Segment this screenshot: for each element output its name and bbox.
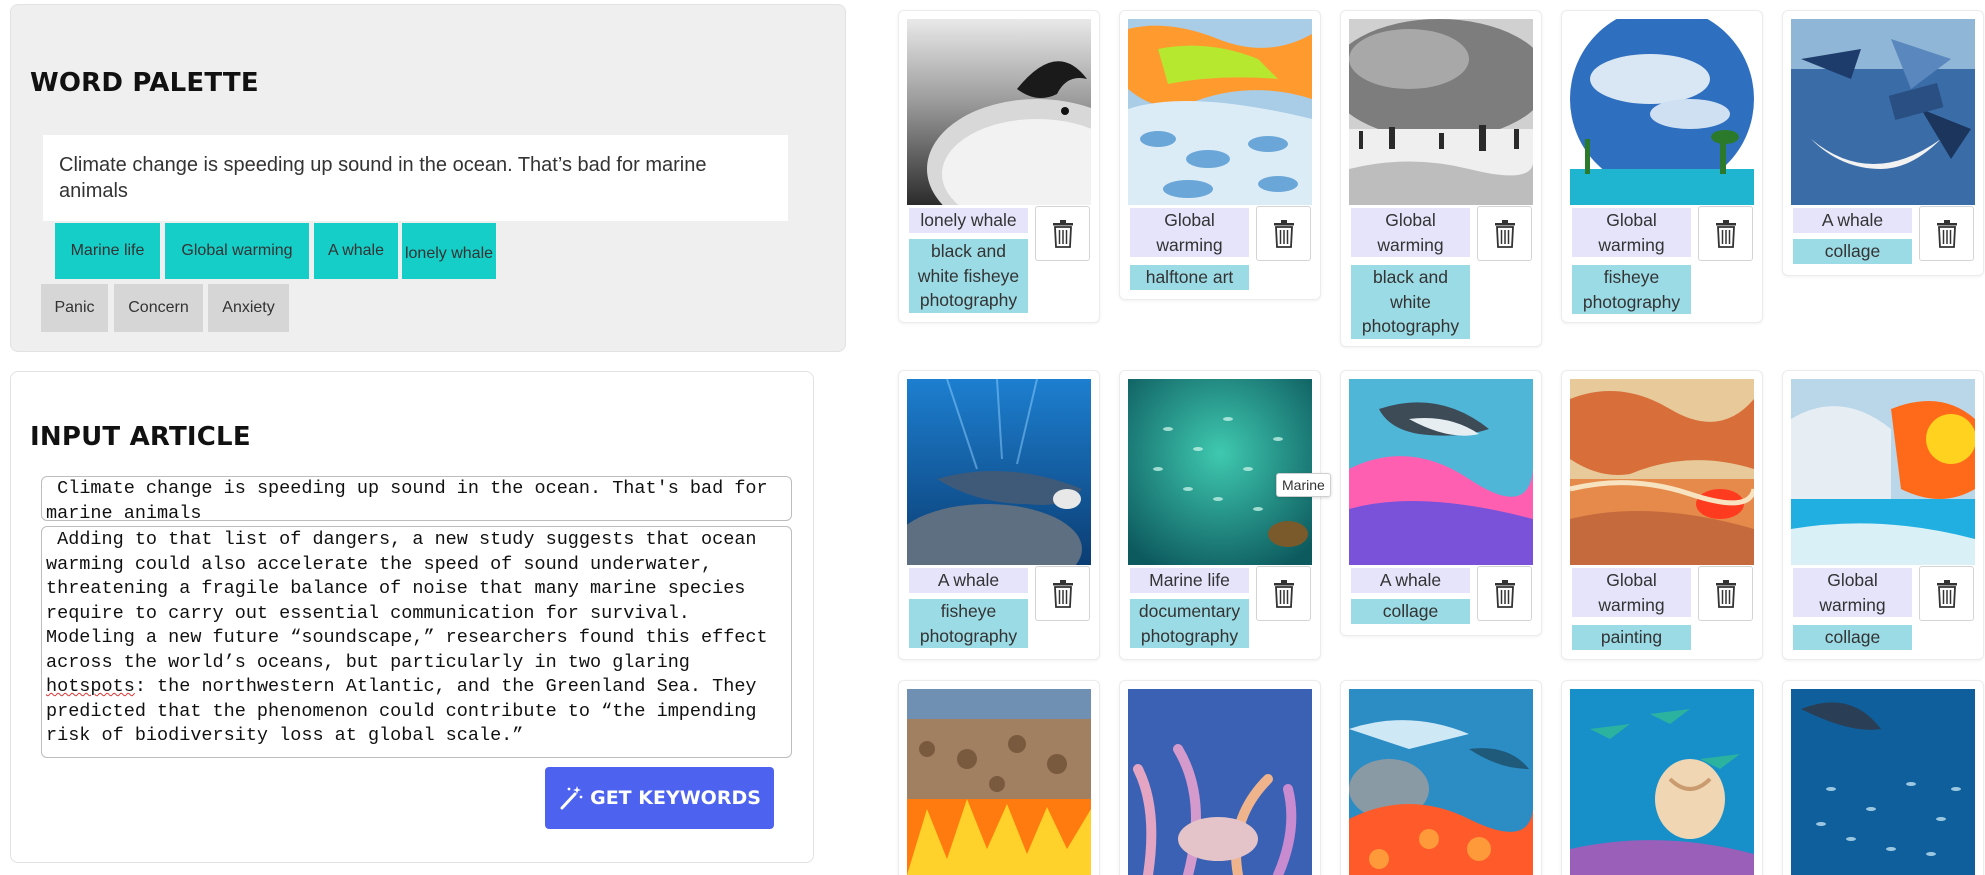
generated-image[interactable]: [1128, 689, 1312, 875]
image-card: Global warming halftone art: [1119, 10, 1321, 300]
trash-icon: [1494, 219, 1515, 248]
image-card: [1119, 680, 1321, 875]
image-card: [1561, 680, 1763, 875]
emotion-chip-concern[interactable]: Concern: [114, 284, 203, 332]
image-style-tag: documentary photography: [1130, 599, 1249, 648]
image-card: A whale collage: [1340, 370, 1542, 636]
generated-image-global-warming[interactable]: [1791, 379, 1975, 565]
image-card: [1340, 680, 1542, 875]
generated-image-global-warming[interactable]: [1570, 19, 1754, 205]
image-keyword-tag: A whale: [909, 568, 1028, 593]
image-keyword-tag: Global warming: [1572, 568, 1691, 617]
article-spellcheck-word: hotspots: [46, 676, 135, 697]
image-keyword-tag: Global warming: [1351, 208, 1470, 257]
emotion-chip-panic[interactable]: Panic: [41, 284, 108, 332]
delete-image-button[interactable]: [1698, 566, 1753, 621]
emotion-chip-anxiety[interactable]: Anxiety: [208, 284, 289, 332]
keyword-chip-lonely-whale[interactable]: lonely whale: [402, 223, 496, 279]
image-card: A whale collage: [1782, 10, 1984, 276]
image-style-tag: black and white photography: [1351, 265, 1470, 339]
generated-image[interactable]: [1349, 689, 1533, 875]
image-style-tag: halftone art: [1130, 265, 1249, 290]
delete-image-button[interactable]: [1256, 206, 1311, 261]
generated-image-marine-life[interactable]: [1128, 379, 1312, 565]
generated-image[interactable]: [1791, 689, 1975, 875]
image-keyword-tag: Global warming: [1130, 208, 1249, 257]
trash-icon: [1715, 579, 1736, 608]
get-keywords-button[interactable]: GET KEYWORDS: [545, 767, 774, 829]
image-style-tag: collage: [1793, 239, 1912, 264]
image-hover-tooltip: Marine: [1276, 473, 1331, 497]
image-card: Global warming painting: [1561, 370, 1763, 660]
trash-icon: [1052, 579, 1073, 608]
image-card: Global warming fisheye photography: [1561, 10, 1763, 323]
keyword-chip-marine-life[interactable]: Marine life: [55, 223, 160, 279]
delete-image-button[interactable]: [1035, 566, 1090, 621]
image-card: A whale fisheye photography: [898, 370, 1100, 660]
delete-image-button[interactable]: [1698, 206, 1753, 261]
image-style-tag: fisheye photography: [1572, 265, 1691, 314]
trash-icon: [1494, 579, 1515, 608]
delete-image-button[interactable]: [1919, 566, 1974, 621]
image-style-tag: black and white fisheye photography: [909, 239, 1028, 313]
generated-image[interactable]: [907, 689, 1091, 875]
generated-image-a-whale[interactable]: [907, 379, 1091, 565]
keyword-chip-global-warming[interactable]: Global warming: [165, 223, 309, 279]
image-card: lonely whale black and white fisheye pho…: [898, 10, 1100, 323]
get-keywords-label: GET KEYWORDS: [590, 787, 761, 809]
input-article-title: INPUT ARTICLE: [30, 422, 251, 452]
delete-image-button[interactable]: [1477, 206, 1532, 261]
trash-icon: [1715, 219, 1736, 248]
trash-icon: [1936, 579, 1957, 608]
image-keyword-tag: Global warming: [1572, 208, 1691, 257]
trash-icon: [1052, 219, 1073, 248]
delete-image-button[interactable]: [1919, 206, 1974, 261]
delete-image-button[interactable]: [1256, 566, 1311, 621]
article-body-text-start: Adding to that list of dangers, a new st…: [46, 529, 779, 673]
image-style-tag: painting: [1572, 625, 1691, 650]
image-keyword-tag: A whale: [1351, 568, 1470, 593]
palette-sentence: Climate change is speeding up sound in t…: [43, 135, 788, 221]
generated-image-a-whale[interactable]: [1349, 379, 1533, 565]
article-headline-text: Climate change is speeding up sound in t…: [46, 478, 779, 521]
word-palette-title: WORD PALETTE: [30, 68, 259, 98]
image-card: Global warming black and white photograp…: [1340, 10, 1542, 347]
image-card: [898, 680, 1100, 875]
generated-image[interactable]: [1570, 689, 1754, 875]
delete-image-button[interactable]: [1477, 566, 1532, 621]
generated-image-global-warming[interactable]: [1570, 379, 1754, 565]
article-headline-field[interactable]: Climate change is speeding up sound in t…: [41, 476, 792, 521]
article-body-text-end: : the northwestern Atlantic, and the Gre…: [46, 676, 768, 746]
image-style-tag: collage: [1351, 599, 1470, 624]
image-card: Global warming collage: [1782, 370, 1984, 660]
image-card: Marine life documentary photography: [1119, 370, 1321, 660]
trash-icon: [1273, 219, 1294, 248]
generated-image-global-warming[interactable]: [1349, 19, 1533, 205]
image-style-tag: collage: [1793, 625, 1912, 650]
image-style-tag: fisheye photography: [909, 599, 1028, 648]
delete-image-button[interactable]: [1035, 206, 1090, 261]
keyword-chip-a-whale[interactable]: A whale: [314, 223, 398, 279]
image-keyword-tag: lonely whale: [909, 208, 1028, 233]
trash-icon: [1273, 579, 1294, 608]
image-keyword-tag: A whale: [1793, 208, 1912, 233]
generated-image-lonely-whale[interactable]: [907, 19, 1091, 205]
generated-image-a-whale[interactable]: [1791, 19, 1975, 205]
image-card: [1782, 680, 1984, 875]
article-body-field[interactable]: Adding to that list of dangers, a new st…: [41, 526, 792, 758]
trash-icon: [1936, 219, 1957, 248]
magic-wand-icon: [560, 786, 583, 810]
generated-image-global-warming[interactable]: [1128, 19, 1312, 205]
image-keyword-tag: Global warming: [1793, 568, 1912, 617]
image-keyword-tag: Marine life: [1130, 568, 1249, 593]
